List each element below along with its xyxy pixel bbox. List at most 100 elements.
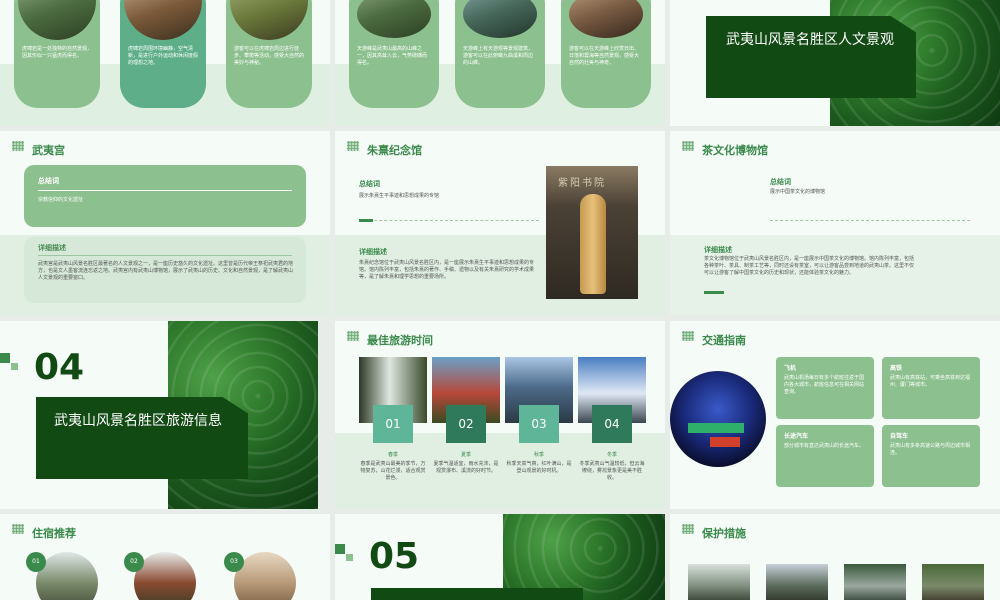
card-selfdrive: 自驾车 武夷山有多条高速公路与周边城市相连。: [882, 425, 980, 487]
mountain-photo: [569, 0, 643, 38]
page-title: 茶文化博物馆: [702, 144, 768, 157]
season-text: 春季是武夷山最美的季节，万物复苏，山花烂漫，适合观赏景色。: [360, 461, 426, 481]
square-deco: [335, 544, 345, 554]
card-2: 天游峰上有天游观等景观建筑，游客可以在此俯瞰九曲溪和周边的山峰。: [455, 0, 545, 108]
card-title: 高铁: [890, 365, 903, 372]
page-title: 交通指南: [702, 334, 746, 347]
slide-grid: 虎啸岩是一处独特的自然景观，因其形似一只猛虎而得名。 虎啸岩周围环境幽静，空气清…: [0, 0, 1000, 600]
slide-section-travel[interactable]: 04 武夷山风景名胜区旅游信息: [0, 321, 318, 509]
slide-huxiaoyan[interactable]: 虎啸岩是一处独特的自然景观，因其形似一只猛虎而得名。 虎啸岩周围环境幽静，空气清…: [0, 0, 330, 126]
slide-tianyoufeng[interactable]: 天游峰是武夷山最高的山峰之一，因其高耸入云，气势磅礴而得名。 天游峰上有天游观等…: [335, 0, 665, 126]
page-title: 朱熹纪念馆: [367, 144, 422, 157]
number-badge: 03: [224, 552, 244, 572]
rock-photo: [766, 564, 828, 600]
detail-label: 详细描述: [38, 244, 66, 252]
card-text: 武夷山有高铁站，可乘坐高铁到达福州、厦门等城市。: [890, 375, 971, 388]
detail-text: 朱熹纪念馆位于武夷山风景名胜区内，是一座展示朱熹生平事迹和思想成果的专馆。馆内陈…: [359, 260, 535, 280]
dots-icon: [682, 141, 694, 151]
detail-text: 武夷宫是武夷山风景名胜区最著名的人文景观之一，是一座历史悠久的文化遗址。这里曾是…: [38, 261, 294, 281]
season-text: 夏季气温适宜，雨水充沛，是观赏瀑布、溪流的好时节。: [433, 461, 499, 474]
title-block: [371, 588, 583, 600]
season-number-box: 02: [446, 405, 486, 443]
mountain-photo: [463, 0, 537, 38]
card-text: 天游峰上有天游观等景观建筑，游客可以在此俯瞰九曲溪和周边的山峰。: [463, 46, 534, 66]
mountain-photo: [18, 0, 96, 40]
detail-text: 茶文化博物馆位于武夷山风景名胜区内，是一座展示中国茶文化的博物馆。馆内陈列丰富，…: [704, 256, 915, 276]
summary-label: 总结词: [38, 177, 59, 185]
square-deco: [11, 363, 18, 370]
card-title: 长途汽车: [784, 433, 809, 440]
slide-best-time[interactable]: 最佳旅游时间 01 春季 春季是武夷山最美的季节，万物复苏，山花烂漫，适合观赏景…: [335, 321, 665, 509]
card-text: 虎啸岩是一处独特的自然景观，因其形似一只猛虎而得名。: [22, 46, 93, 59]
page-title: 武夷宫: [32, 144, 65, 157]
dots-icon: [682, 331, 694, 341]
card-text: 武夷山有多条高速公路与周边城市相连。: [890, 443, 971, 456]
card-text: 武夷山机场每日有多个航班往返于国内各大城市，航班信息可在相关网站查询。: [784, 375, 865, 395]
card-text: 游客可以在虎啸岩周边进行徒步、攀爬等活动，感受大自然的美妙与神秘。: [234, 46, 305, 66]
dots-icon: [12, 524, 24, 534]
card-title: 飞机: [784, 365, 797, 372]
statue: [580, 194, 606, 294]
title-block: 武夷山风景名胜区旅游信息: [36, 397, 248, 479]
card-text: 部分城市有直达武夷山的长途汽车。: [784, 443, 865, 449]
detail-card: 详细描述 武夷宫是武夷山风景名胜区最著名的人文景观之一，是一座历史悠久的文化遗址…: [24, 237, 306, 303]
slide-lodging[interactable]: 住宿推荐 01 02 03: [0, 514, 330, 600]
card-text: 虎啸岩周围环境幽静，空气清新，是进行户外运动和休闲度假的理想之地。: [128, 46, 199, 66]
mountain-photo: [230, 0, 308, 40]
slide-tea-museum[interactable]: 茶文化博物馆 总结词 展示中国茶文化的博物馆 详细描述 茶文化博物馆位于武夷山风…: [670, 131, 1000, 315]
title-block: 武夷山风景名胜区人文景观: [706, 16, 916, 98]
detail-label: 详细描述: [704, 246, 732, 254]
accent-line: [359, 219, 373, 222]
season-number-box: 01: [373, 405, 413, 443]
season-name: 冬季: [606, 452, 617, 458]
card-text: 天游峰是武夷山最高的山峰之一，因其高耸入云，气势磅礴而得名。: [357, 46, 428, 66]
mountain-photo: [124, 0, 202, 40]
detail-label: 详细描述: [359, 248, 387, 256]
card-flight: 飞机 武夷山机场每日有多个航班往返于国内各大城市，航班信息可在相关网站查询。: [776, 357, 874, 419]
season-name: 夏季: [460, 452, 471, 458]
slide-zhuxi[interactable]: 朱熹纪念馆 总结词 展示朱熹生平事迹和思想成果的专馆 详细描述 朱熹纪念馆位于武…: [335, 131, 665, 315]
summary-label: 总结词: [770, 178, 791, 186]
card-1: 虎啸岩是一处独特的自然景观，因其形似一只猛虎而得名。: [14, 0, 100, 108]
summary-text: 展示朱熹生平事迹和思想成果的专馆: [359, 193, 440, 199]
section-number: 05: [369, 536, 420, 577]
mist-photo: [688, 564, 750, 600]
summary-text: 宗教信仰的文化遗址: [38, 197, 84, 203]
square-deco: [0, 353, 10, 363]
dots-icon: [347, 331, 359, 341]
card-coach: 长途汽车 部分城市有直达武夷山的长途汽车。: [776, 425, 874, 487]
section-title: 武夷山风景名胜区旅游信息: [54, 413, 222, 429]
season-number-box: 04: [592, 405, 632, 443]
card-title: 自驾车: [890, 433, 909, 440]
section-number: 04: [34, 347, 85, 388]
slide-section-culture[interactable]: 武夷山风景名胜区人文景观: [670, 0, 1000, 126]
slide-section-five[interactable]: 05: [335, 514, 665, 600]
summary-card: 总结词 宗教信仰的文化遗址: [24, 165, 306, 227]
number-badge: 01: [26, 552, 46, 572]
season-text: 冬季武夷山气温较低，但云海缭绕，雾凇景象更是美不胜收。: [579, 461, 645, 481]
card-3: 游客可以在虎啸岩周边进行徒步、攀爬等活动，感受大自然的美妙与神秘。: [226, 0, 312, 108]
season-name: 春季: [387, 452, 398, 458]
river-photo: [844, 564, 906, 600]
square-deco: [346, 554, 353, 561]
mountain-photo: [357, 0, 431, 38]
accent-line: [704, 291, 724, 294]
card-text: 游客可以在天游峰上欣赏日出、日落和雲海等自然景观，感受大自然的壮美与神奇。: [569, 46, 640, 66]
page-title: 保护措施: [702, 527, 746, 540]
divider: [770, 220, 970, 221]
station-photo: [670, 371, 766, 467]
statue-photo: 紫阳书院: [546, 166, 638, 299]
slide-transport[interactable]: 交通指南 飞机 武夷山机场每日有多个航班往返于国内各大城市，航班信息可在相关网站…: [670, 321, 1000, 509]
divider: [359, 220, 539, 221]
card-3: 游客可以在天游峰上欣赏日出、日落和雲海等自然景观，感受大自然的壮美与神奇。: [561, 0, 651, 108]
card-2: 虎啸岩周围环境幽静，空气清新，是进行户外运动和休闲度假的理想之地。: [120, 0, 206, 108]
slide-protection[interactable]: 保护措施: [670, 514, 1000, 600]
forest-photo: [922, 564, 984, 600]
season-number-box: 03: [519, 405, 559, 443]
page-title: 最佳旅游时间: [367, 334, 433, 347]
summary-text: 展示中国茶文化的博物馆: [770, 189, 826, 195]
card-highspeed-rail: 高铁 武夷山有高铁站，可乘坐高铁到达福州、厦门等城市。: [882, 357, 980, 419]
dots-icon: [12, 141, 24, 151]
slide-wuyigong[interactable]: 武夷宫 总结词 宗教信仰的文化遗址 详细描述 武夷宫是武夷山风景名胜区最著名的人…: [0, 131, 330, 315]
dots-icon: [682, 524, 694, 534]
